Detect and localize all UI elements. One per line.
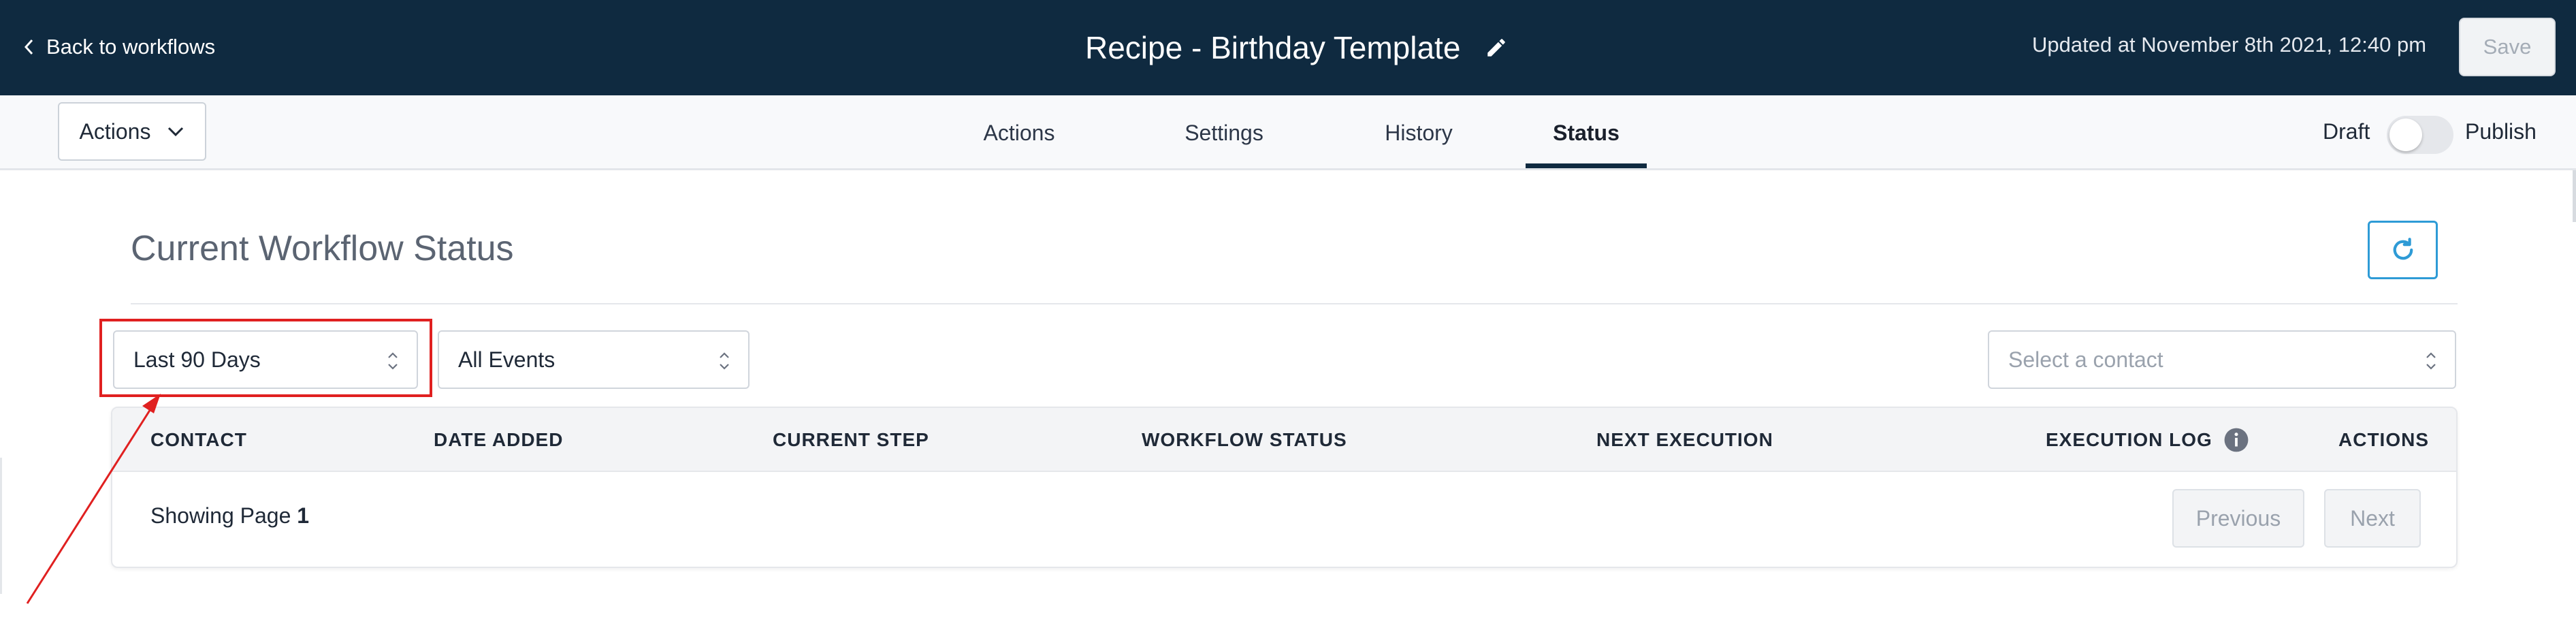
back-to-workflows-link[interactable]: Back to workflows (23, 33, 215, 61)
top-header: Back to workflows Recipe - Birthday Temp… (0, 0, 2576, 95)
column-header-date-added: DATE ADDED (434, 429, 564, 450)
updated-timestamp: Updated at November 8th 2021, 12:40 pm (2032, 33, 2427, 57)
tab-settings[interactable]: Settings (1175, 95, 1273, 170)
section-divider (131, 303, 2458, 304)
previous-page-button[interactable]: Previous (2172, 489, 2304, 548)
contact-select-placeholder: Select a contact (2008, 347, 2163, 372)
info-icon[interactable] (2223, 427, 2249, 453)
chevron-left-icon (24, 39, 33, 55)
date-range-value: Last 90 Days (133, 347, 261, 372)
column-header-actions: ACTIONS (2338, 429, 2429, 450)
workflow-subnav: Actions Actions Settings History Status (0, 95, 2576, 170)
pagination-status: Showing Page 1 (150, 503, 309, 532)
window-edge-marker (0, 458, 2, 594)
toggle-knob (2389, 119, 2422, 151)
column-header-execution-log-group: EXECUTION LOG (2046, 427, 2249, 453)
column-header-next-execution: NEXT EXECUTION (1596, 429, 1773, 450)
next-page-button[interactable]: Next (2324, 489, 2421, 548)
workflow-title: Recipe - Birthday Template (1085, 30, 1461, 65)
chevron-up-down-icon (2426, 352, 2436, 370)
tab-status[interactable]: Status (1526, 95, 1647, 170)
tab-history[interactable]: History (1372, 95, 1465, 170)
window-edge-marker (2573, 170, 2576, 222)
refresh-icon (2393, 238, 2413, 260)
event-filter-select[interactable]: All Events (438, 330, 750, 389)
event-filter-value: All Events (458, 347, 556, 372)
current-page-number: 1 (297, 503, 310, 528)
actions-dropdown[interactable]: Actions (58, 102, 206, 161)
chevron-up-down-icon (388, 352, 398, 370)
workflow-status-table: CONTACT DATE ADDED CURRENT STEP WORKFLOW… (111, 407, 2458, 568)
actions-dropdown-label: Actions (79, 119, 151, 144)
workflow-title-group: Recipe - Birthday Template (1085, 26, 1508, 69)
publish-label: Publish (2465, 119, 2537, 144)
contact-select[interactable]: Select a contact (1988, 330, 2456, 389)
date-range-select[interactable]: Last 90 Days (113, 330, 418, 389)
save-button[interactable]: Save (2459, 18, 2556, 76)
column-header-current-step: CURRENT STEP (773, 429, 929, 450)
workflow-tabs: Actions Settings History Status (924, 95, 1646, 170)
showing-page-label: Showing Page (150, 503, 291, 528)
tab-actions[interactable]: Actions (972, 95, 1066, 170)
publish-toggle[interactable] (2387, 116, 2453, 154)
chevron-down-icon (168, 127, 184, 137)
back-link-label: Back to workflows (46, 35, 216, 59)
refresh-button[interactable] (2368, 221, 2438, 279)
column-header-execution-log: EXECUTION LOG (2046, 429, 2212, 450)
pencil-edit-icon[interactable] (1485, 36, 1508, 59)
chevron-up-down-icon (720, 352, 729, 370)
column-header-contact: CONTACT (150, 429, 247, 450)
active-tab-indicator (1526, 163, 1647, 168)
table-header-row: CONTACT DATE ADDED CURRENT STEP WORKFLOW… (112, 408, 2456, 472)
section-title: Current Workflow Status (131, 229, 514, 268)
draft-label: Draft (2323, 119, 2370, 144)
column-header-workflow-status: WORKFLOW STATUS (1142, 429, 1347, 450)
